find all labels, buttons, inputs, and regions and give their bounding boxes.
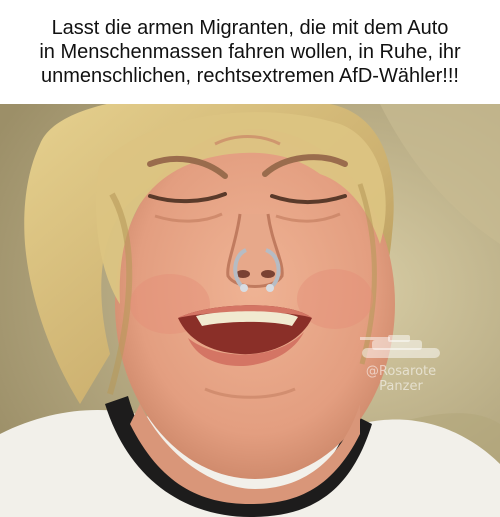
watermark-handle: @Rosarote [365,364,437,379]
piercing-ball [240,284,248,292]
watermark-name: Panzer [379,379,423,394]
meme-image: Lasst die armen Migranten, die mit dem A… [0,0,500,517]
piercing-ball [266,284,274,292]
caption-line-2: in Menschenmassen fahren wollen, in Ruhe… [39,41,461,63]
tank-icon [360,335,440,358]
meme-photo: @Rosarote Panzer [0,104,500,517]
caption-line-1: Lasst die armen Migranten, die mit dem A… [51,17,449,39]
caption-area: Lasst die armen Migranten, die mit dem A… [0,0,500,104]
crying-face-illustration [0,104,500,517]
right-nostril [261,270,275,278]
caption-text: Lasst die armen Migranten, die mit dem A… [5,16,495,88]
watermark: @Rosarote Panzer [346,332,456,394]
caption-line-3: unmenschlichen, rechtsextremen AfD-Wähle… [41,65,459,87]
